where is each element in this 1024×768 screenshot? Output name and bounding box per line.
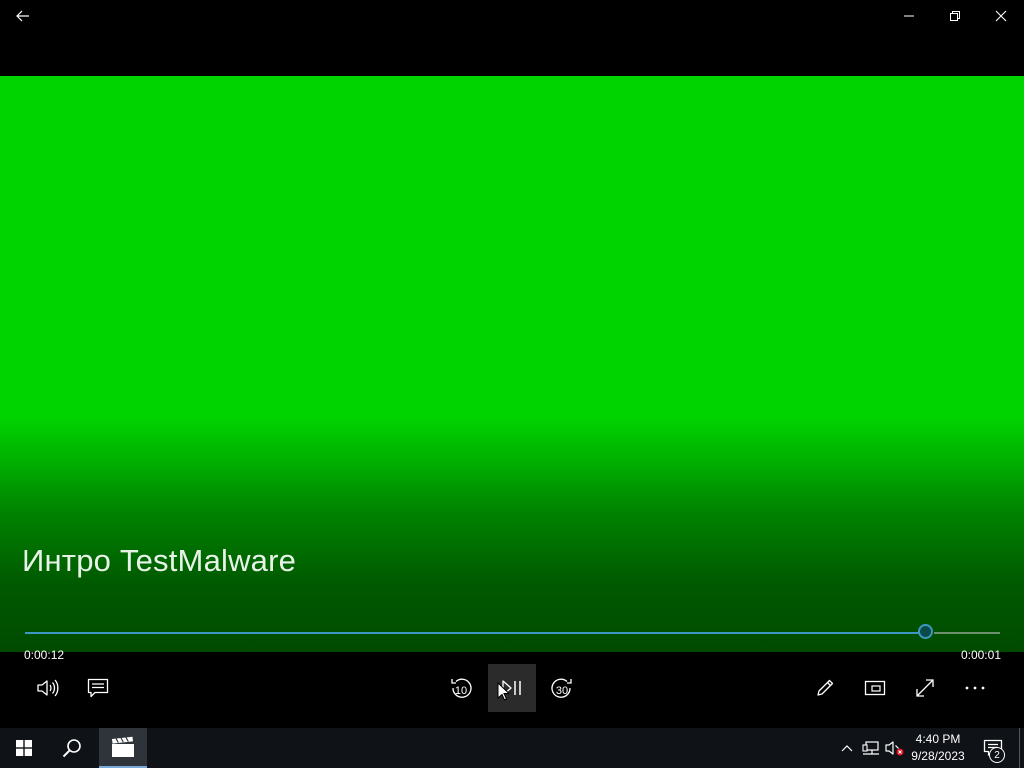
taskbar: 4:40 PM 9/28/2023 2 — [0, 728, 1024, 768]
chevron-up-icon — [841, 745, 853, 752]
close-icon — [995, 10, 1007, 22]
arrow-left-icon — [16, 10, 29, 22]
mouse-cursor-icon — [497, 682, 509, 701]
close-button[interactable] — [978, 0, 1024, 32]
skip-forward-label: 30 — [555, 685, 569, 697]
remaining-time: 0:00:01 — [960, 648, 1001, 662]
back-button[interactable] — [0, 0, 46, 32]
seek-bar-played — [25, 632, 926, 634]
subtitles-icon — [87, 678, 109, 698]
elapsed-time: 0:00:12 — [24, 648, 65, 662]
skip-forward-button[interactable]: 30 — [538, 664, 586, 712]
windows-icon — [16, 740, 32, 756]
skip-back-label: 10 — [454, 685, 468, 697]
show-hidden-icons-button[interactable] — [838, 728, 856, 768]
more-icon — [965, 686, 985, 690]
skip-back-button[interactable]: 10 — [437, 664, 485, 712]
start-button[interactable] — [0, 728, 48, 768]
video-title: Интро TestMalware — [22, 543, 297, 578]
network-button[interactable] — [860, 728, 882, 768]
fullscreen-icon — [916, 679, 934, 697]
playback-controls: 10 30 — [0, 664, 1024, 714]
clock-time: 4:40 PM — [915, 732, 961, 746]
search-button[interactable] — [48, 728, 96, 768]
play-pause-button[interactable] — [488, 664, 536, 712]
taskbar-app-movies[interactable] — [99, 728, 147, 768]
seek-bar[interactable] — [25, 624, 1000, 639]
search-icon — [62, 739, 81, 758]
edit-button[interactable] — [801, 664, 849, 712]
volume-muted-icon — [885, 741, 904, 756]
taskbar-clock[interactable]: 4:40 PM 9/28/2023 — [908, 728, 968, 768]
show-desktop-button[interactable] — [1019, 728, 1020, 768]
restore-button[interactable] — [932, 0, 978, 32]
mini-view-icon — [864, 680, 886, 696]
subtitles-button[interactable] — [74, 664, 122, 712]
speaker-icon — [37, 679, 59, 697]
volume-button[interactable] — [24, 664, 72, 712]
notification-count-badge: 2 — [989, 747, 1005, 763]
minimize-button[interactable] — [886, 0, 932, 32]
restore-icon — [950, 11, 960, 21]
seek-thumb[interactable] — [918, 624, 933, 639]
clock-date: 9/28/2023 — [911, 749, 965, 763]
pencil-icon — [817, 679, 834, 696]
video-player-window: Интро TestMalware 0:00:12 0:00:01 10 30 — [0, 0, 1024, 728]
mini-view-button[interactable] — [851, 664, 899, 712]
minimize-icon — [904, 15, 914, 17]
title-bar — [0, 0, 1024, 32]
network-icon — [862, 741, 879, 755]
seek-bar-remaining — [934, 632, 1000, 634]
clapperboard-icon — [112, 736, 134, 757]
more-button[interactable] — [951, 664, 999, 712]
volume-tray-button[interactable] — [884, 728, 906, 768]
fullscreen-button[interactable] — [901, 664, 949, 712]
